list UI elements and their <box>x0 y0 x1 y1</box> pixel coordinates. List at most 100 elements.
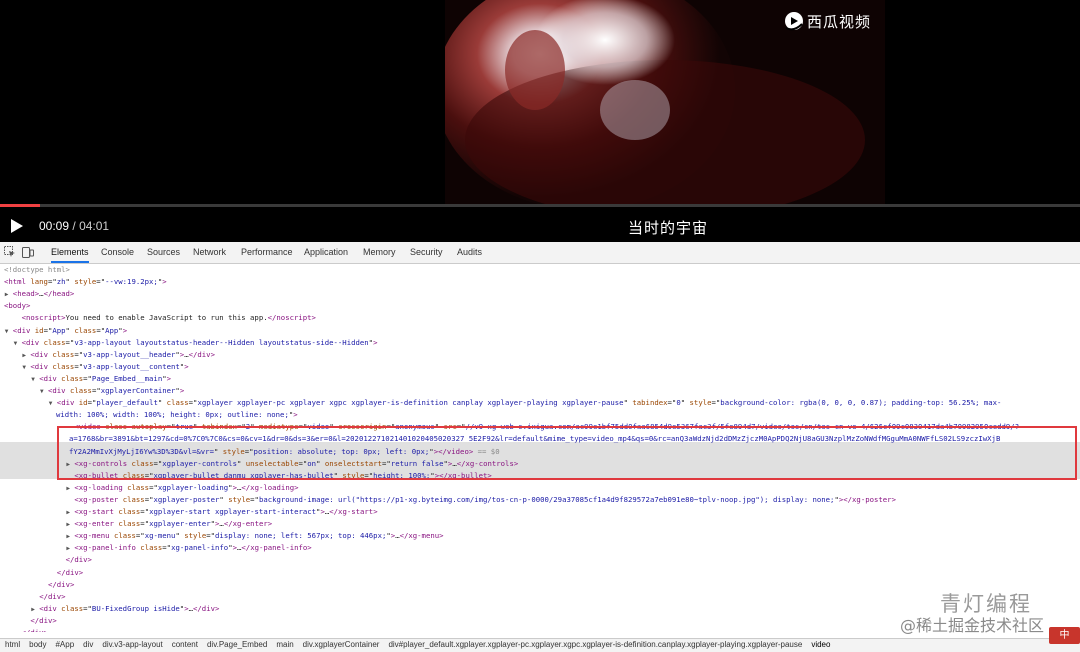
dom-line[interactable]: </div> <box>0 567 1080 579</box>
dom-token: </xg-loading> <box>241 482 299 492</box>
dom-token: class <box>61 603 84 613</box>
dom-token: class <box>122 470 145 480</box>
dom-token: id <box>78 398 88 408</box>
dom-token: style <box>689 398 712 408</box>
dom-token: <!doctype html> <box>4 265 70 274</box>
dom-token: =" <box>96 277 106 287</box>
dom-token: class <box>127 482 150 492</box>
dom-token: zh <box>56 277 66 287</box>
dom-token: video <box>307 422 330 432</box>
language-badge[interactable]: 中 <box>1049 627 1080 644</box>
breadcrumb-item[interactable]: video <box>811 640 830 649</box>
dom-token: xgplayer-poster <box>153 494 220 504</box>
dom-token: <head> <box>12 289 40 299</box>
tab-application[interactable]: Application <box>304 242 348 263</box>
dom-line-selected[interactable]: <video class autoplay="true" tabindex="2… <box>0 421 1080 433</box>
dom-line[interactable]: </div> <box>0 627 1080 632</box>
progress-fill <box>0 204 40 207</box>
dom-token: <xg-loading <box>74 482 128 492</box>
tab-memory[interactable]: Memory <box>363 242 396 263</box>
dom-token: <xg-controls <box>74 458 132 468</box>
breadcrumb-item[interactable]: content <box>172 640 198 649</box>
dom-token: </noscript> <box>267 313 316 323</box>
progress-bar[interactable] <box>0 204 1080 207</box>
dom-token: =" <box>364 470 374 480</box>
dom-token: <div <box>12 325 35 335</box>
breadcrumb-item[interactable]: div.Page_Embed <box>207 640 267 649</box>
breadcrumb-item[interactable]: body <box>29 640 46 649</box>
dom-line[interactable]: <!doctype html> <box>0 264 1080 276</box>
breadcrumb-item[interactable]: #App <box>55 640 74 649</box>
dom-token: </xg-controls> <box>456 458 519 468</box>
dom-line[interactable]: </div> <box>0 615 1080 627</box>
dom-token: " <box>329 422 339 432</box>
dom-line[interactable]: <xg-poster class =" xgplayer-poster" style… <box>0 494 1080 506</box>
dom-token: xgplayer-controls <box>162 458 237 468</box>
dom-token: background-color: rgba(0, 0, 0, 0.87); p… <box>720 398 1002 408</box>
dom-token: true <box>175 422 194 432</box>
dom-token: </xg-enter> <box>223 519 273 529</box>
dom-token: tabindex <box>632 398 668 408</box>
tab-sources[interactable]: Sources <box>147 242 180 263</box>
dom-token: v3-app-layout__content <box>83 361 180 371</box>
dom-token: =" <box>456 422 466 432</box>
dom-token: =" <box>667 398 677 408</box>
tab-elements[interactable]: Elements <box>51 242 89 263</box>
inspect-icon[interactable] <box>4 246 16 258</box>
dom-line[interactable]: <html lang="zh" style="--vw:19.2px;"> <box>0 276 1080 288</box>
dom-line[interactable]: </div> <box>0 579 1080 591</box>
dom-token: <html <box>4 277 31 287</box>
dom-token: xgplayer-start xgplayer-start-interact <box>149 507 317 516</box>
tab-network[interactable]: Network <box>193 242 226 263</box>
dom-token: <xg-menu <box>74 531 114 541</box>
dom-token: xgplayer-enter <box>149 519 211 529</box>
dom-token: </div> <box>193 603 220 613</box>
dom-token: =" <box>206 531 216 541</box>
dom-token: " <box>193 422 202 432</box>
breadcrumb-item[interactable]: div.v3-app-layout <box>102 640 162 649</box>
breadcrumb: html body #App div div.v3-app-layout content d… <box>0 638 1080 652</box>
dom-line[interactable]: a=1768&br=3891&bt=1297&cd=0%7C0%7C0&cs=0… <box>0 433 1080 445</box>
dom-token: <xg-bullet <box>74 470 123 480</box>
video-player[interactable]: 西瓜视频 00:09 / 04:01 当时的宇宙 <box>0 0 1080 242</box>
dom-token: == $0 <box>473 446 500 456</box>
dom-line[interactable]: <noscript>You need to enable JavaScript … <box>0 312 1080 324</box>
breadcrumb-item[interactable]: div.xgplayerContainer <box>303 640 380 649</box>
dom-token: =" <box>153 458 163 468</box>
dom-line[interactable]: <xg-bullet class =" xgplayer-bullet danmu … <box>0 470 1080 482</box>
breadcrumb-item[interactable]: main <box>276 640 293 649</box>
tab-security[interactable]: Security <box>410 242 443 263</box>
dom-token: class <box>113 531 136 541</box>
dom-token: class <box>140 543 163 553</box>
tab-performance[interactable]: Performance <box>241 242 293 263</box>
dom-token: =" <box>47 277 57 287</box>
breadcrumb-item[interactable]: html <box>5 640 20 649</box>
dom-token: fY2A2MmIvXjMyLjI6Yw%3D%3D&vl=&vr= <box>69 446 214 456</box>
dom-token: style <box>184 531 207 541</box>
breadcrumb-item[interactable]: div <box>83 640 93 649</box>
dom-line[interactable]: </div> <box>0 591 1080 603</box>
dom-token: =" <box>74 349 84 359</box>
dom-line[interactable]: width: 100%; width: 100%; height: 0px; o… <box>0 409 1080 421</box>
time-separator: / <box>72 219 76 233</box>
dom-token: <div <box>30 349 53 359</box>
dom-token: on <box>307 458 317 468</box>
dom-token: xgplayer-bullet danmu xgplayer-has-bulle… <box>153 470 334 480</box>
breadcrumb-item[interactable]: div#player_default.xgplayer.xgplayer-pc.… <box>388 640 802 649</box>
dom-token: class <box>52 349 75 359</box>
dom-token: =" <box>386 422 396 432</box>
tab-audits[interactable]: Audits <box>457 242 482 263</box>
dom-line[interactable]: fY2A2MmIvXjMyLjI6Yw%3D%3D&vl=&vr=" style… <box>0 446 1080 458</box>
dom-token: a=1768&br=3891&bt=1297&cd=0%7C0%7C0&cs=0… <box>69 434 1001 444</box>
dom-token: class <box>105 422 132 432</box>
tab-console[interactable]: Console <box>101 242 134 263</box>
dom-token: You need to enable JavaScript to run thi… <box>65 313 268 323</box>
dom-token: <video <box>74 422 106 432</box>
dom-token: <div <box>21 337 44 347</box>
device-toggle-icon[interactable] <box>22 246 34 258</box>
play-icon[interactable] <box>9 218 25 234</box>
dom-token: > <box>122 325 128 335</box>
dom-line[interactable]: </div> <box>0 554 1080 566</box>
dom-token: " <box>316 458 325 468</box>
dom-token: tabindex <box>201 422 237 432</box>
